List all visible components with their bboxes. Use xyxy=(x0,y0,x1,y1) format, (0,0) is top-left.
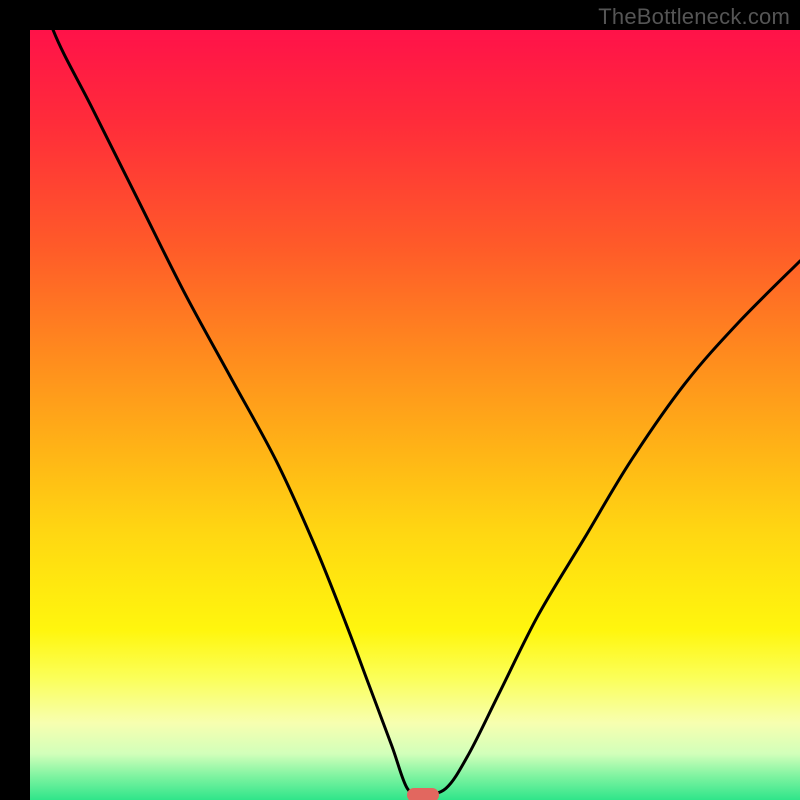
plot-area xyxy=(30,30,800,800)
bottleneck-curve xyxy=(30,30,800,800)
optimum-marker xyxy=(407,788,439,800)
attribution-text: TheBottleneck.com xyxy=(598,4,790,30)
bottleneck-curve-path xyxy=(30,30,800,794)
